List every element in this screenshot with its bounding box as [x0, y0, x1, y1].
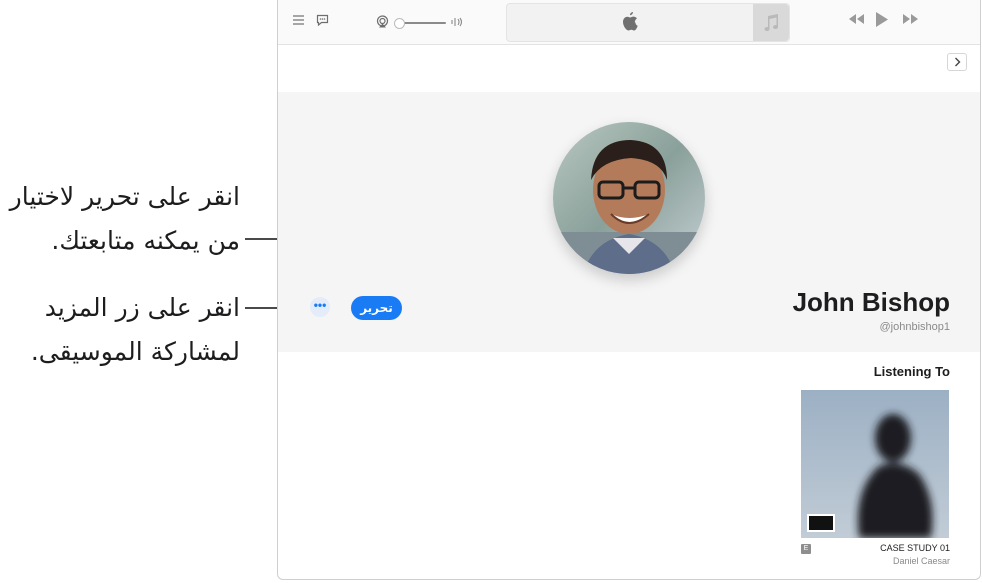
callout-more-line1: انقر على زر المزيد: [44, 293, 240, 322]
album-title[interactable]: CASE STUDY 01: [880, 543, 950, 553]
chevron-right-icon: [954, 57, 960, 67]
music-window: John Bishop @johnbishop1 تحرير ••• Liste…: [277, 0, 981, 580]
callout-edit-line2: من يمكنه متابعتك.: [51, 226, 240, 255]
fast-forward-icon[interactable]: [901, 12, 919, 30]
volume-slider[interactable]: [394, 18, 448, 29]
lyrics-icon[interactable]: [316, 14, 329, 29]
profile-name: John Bishop: [792, 287, 950, 317]
callout-more: انقر على زر المزيد لمشاركة الموسيقى.: [0, 286, 240, 374]
album-cover[interactable]: [801, 390, 949, 538]
toolbar: [278, 0, 980, 45]
music-note-icon: [763, 13, 779, 37]
rewind-icon[interactable]: [848, 12, 866, 30]
callout-more-line2: لمشاركة الموسيقى.: [30, 337, 240, 366]
callout-edit: انقر على تحرير لاختيار من يمكنه متابعتك.: [0, 175, 240, 263]
volume-knob[interactable]: [394, 18, 405, 29]
album-artist[interactable]: Daniel Caesar: [893, 556, 950, 566]
list-icon[interactable]: [292, 14, 305, 29]
avatar: [553, 122, 705, 274]
listening-to-title: Listening To: [873, 364, 950, 379]
play-icon[interactable]: [875, 11, 889, 33]
edit-button[interactable]: تحرير: [351, 296, 402, 320]
now-playing-display: [506, 3, 790, 42]
album-art-placeholder[interactable]: [753, 4, 789, 41]
callout-edit-line1: انقر على تحرير لاختيار: [9, 182, 240, 211]
more-button[interactable]: •••: [310, 297, 330, 317]
explicit-badge: E: [801, 544, 811, 554]
apple-logo: [622, 12, 638, 36]
airplay-icon[interactable]: [376, 15, 389, 31]
profile-handle: @johnbishop1: [879, 321, 951, 333]
chevron-right-button[interactable]: [947, 53, 967, 71]
volume-max-icon: [451, 16, 463, 30]
